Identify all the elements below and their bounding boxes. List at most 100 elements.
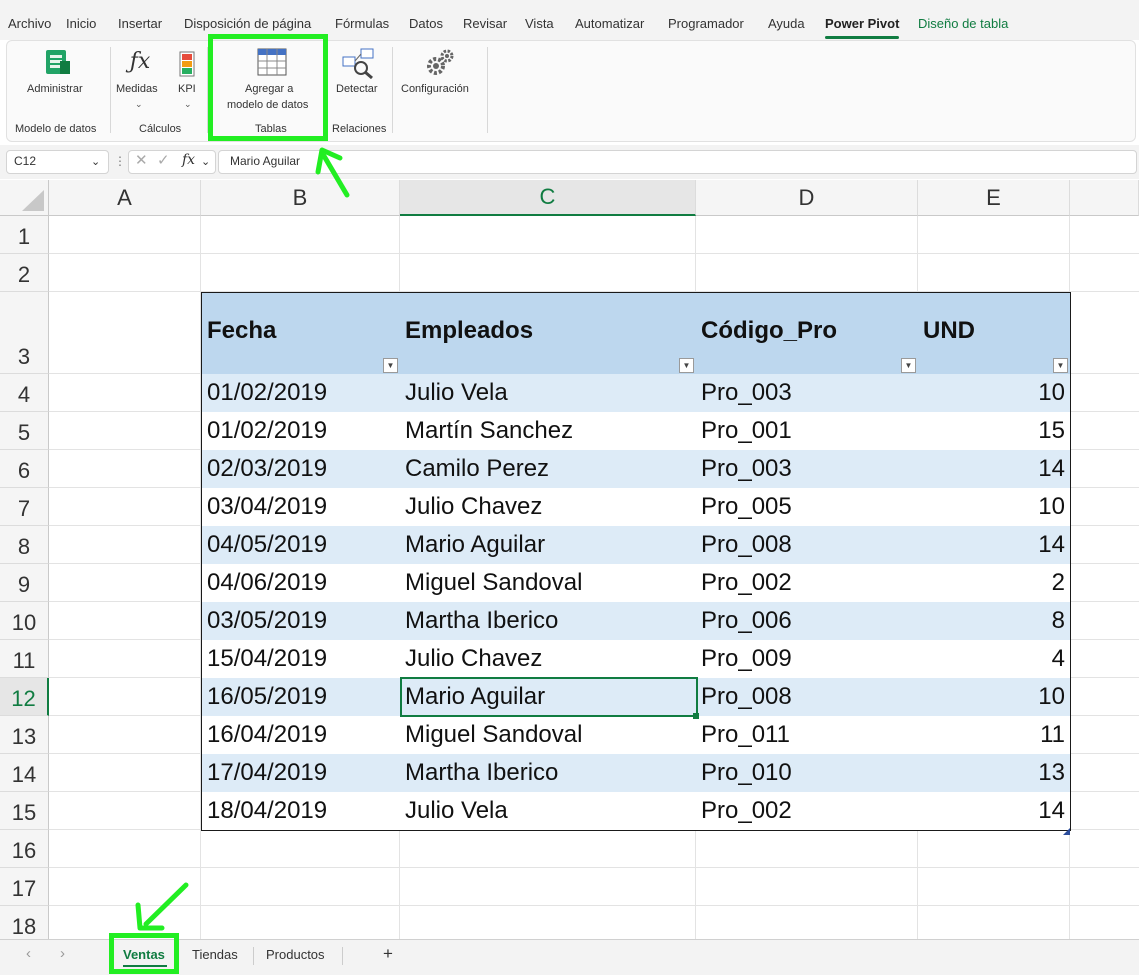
table-cell[interactable]: 10 bbox=[918, 488, 1071, 527]
table-cell[interactable]: Miguel Sandoval bbox=[400, 716, 697, 755]
table-cell[interactable]: 17/04/2019 bbox=[201, 754, 401, 793]
table-cell[interactable]: 10 bbox=[918, 678, 1071, 717]
table-cell[interactable]: 04/05/2019 bbox=[201, 526, 401, 565]
gear-icon[interactable] bbox=[425, 47, 455, 77]
configuracion-button[interactable]: Configuración bbox=[401, 83, 469, 95]
filter-dropdown-icon[interactable]: ▼ bbox=[679, 358, 694, 373]
worksheet-grid[interactable]: ABCDE 1 2 3 4 5 6 7 8 9 10 11 12 13 14 15 16 17 18 Fecha ▼… bbox=[0, 180, 1139, 944]
more-options-icon[interactable]: ⋮ bbox=[114, 154, 126, 168]
table-cell[interactable]: 4 bbox=[918, 640, 1071, 679]
table-resize-handle[interactable] bbox=[1063, 822, 1070, 835]
table-cell[interactable]: 02/03/2019 bbox=[201, 450, 401, 489]
kpi-button[interactable]: KPI bbox=[178, 83, 196, 95]
table-cell[interactable]: Martha Iberico bbox=[400, 754, 697, 793]
table-cell[interactable]: 14 bbox=[918, 450, 1071, 489]
row-header-9[interactable]: 9 bbox=[0, 564, 49, 602]
add-sheet-button[interactable]: + bbox=[383, 944, 393, 964]
table-cell[interactable]: Pro_009 bbox=[696, 640, 919, 679]
row-header-3[interactable]: 3 bbox=[0, 292, 49, 374]
table-cell[interactable]: Pro_011 bbox=[696, 716, 919, 755]
row-header-12[interactable]: 12 bbox=[0, 678, 49, 716]
menu-diseno-tabla[interactable]: Diseño de tabla bbox=[918, 16, 1008, 31]
table-cell[interactable]: Julio Vela bbox=[400, 374, 697, 413]
menu-archivo[interactable]: Archivo bbox=[8, 16, 51, 31]
table-cell[interactable]: 14 bbox=[918, 526, 1071, 565]
kpi-icon[interactable] bbox=[179, 51, 195, 77]
column-header-e[interactable]: E bbox=[918, 180, 1070, 216]
row-header-8[interactable]: 8 bbox=[0, 526, 49, 564]
table-cell[interactable]: Pro_003 bbox=[696, 450, 919, 489]
table-header-cell[interactable]: Fecha bbox=[201, 292, 401, 375]
next-sheet-icon[interactable]: › bbox=[60, 945, 65, 962]
menu-power-pivot[interactable]: Power Pivot bbox=[825, 16, 900, 39]
table-cell[interactable]: Martha Iberico bbox=[400, 602, 697, 641]
chevron-down-icon[interactable]: ⌄ bbox=[201, 155, 210, 168]
fill-handle[interactable] bbox=[693, 713, 699, 719]
table-cell[interactable]: Julio Chavez bbox=[400, 640, 697, 679]
menu-insertar[interactable]: Insertar bbox=[118, 16, 162, 31]
table-cell[interactable]: 15/04/2019 bbox=[201, 640, 401, 679]
table-cell[interactable]: 8 bbox=[918, 602, 1071, 641]
row-header-4[interactable]: 4 bbox=[0, 374, 49, 412]
medidas-button[interactable]: Medidas bbox=[116, 83, 158, 95]
chevron-down-icon[interactable]: ⌄ bbox=[184, 99, 192, 110]
filter-dropdown-icon[interactable]: ▼ bbox=[901, 358, 916, 373]
table-cell[interactable]: Julio Chavez bbox=[400, 488, 697, 527]
detectar-button[interactable]: Detectar bbox=[336, 83, 378, 95]
table-cell[interactable]: Pro_005 bbox=[696, 488, 919, 527]
column-header-c[interactable]: C bbox=[400, 180, 696, 216]
menu-vista[interactable]: Vista bbox=[525, 16, 554, 31]
row-header-11[interactable]: 11 bbox=[0, 640, 49, 678]
insert-function-icon[interactable]: fx bbox=[182, 152, 195, 168]
menu-automatizar[interactable]: Automatizar bbox=[575, 16, 644, 31]
table-cell[interactable]: Mario Aguilar bbox=[400, 526, 697, 565]
row-header-6[interactable]: 6 bbox=[0, 450, 49, 488]
menu-datos[interactable]: Datos bbox=[409, 16, 443, 31]
table-cell[interactable]: 01/02/2019 bbox=[201, 412, 401, 451]
manage-data-model-icon[interactable] bbox=[43, 47, 73, 77]
enter-icon[interactable]: ✓ bbox=[157, 151, 170, 169]
table-cell[interactable]: 16/05/2019 bbox=[201, 678, 401, 717]
table-cell[interactable]: 01/02/2019 bbox=[201, 374, 401, 413]
table-cell[interactable]: Julio Vela bbox=[400, 792, 697, 831]
table-cell[interactable]: 16/04/2019 bbox=[201, 716, 401, 755]
table-cell[interactable]: Pro_001 bbox=[696, 412, 919, 451]
select-all-corner[interactable] bbox=[0, 180, 49, 216]
table-cell[interactable]: Camilo Perez bbox=[400, 450, 697, 489]
detect-relationships-icon[interactable] bbox=[341, 47, 375, 80]
function-icon[interactable]: ƒx bbox=[125, 47, 155, 77]
row-header-2[interactable]: 2 bbox=[0, 254, 49, 292]
row-header-17[interactable]: 17 bbox=[0, 868, 49, 906]
table-cell[interactable]: Pro_003 bbox=[696, 374, 919, 413]
sheet-tab-tiendas[interactable]: Tiendas bbox=[192, 947, 238, 962]
table-cell[interactable]: 14 bbox=[918, 792, 1071, 831]
column-header-a[interactable]: A bbox=[49, 180, 201, 216]
row-header-10[interactable]: 10 bbox=[0, 602, 49, 640]
row-header-7[interactable]: 7 bbox=[0, 488, 49, 526]
table-cell[interactable]: Miguel Sandoval bbox=[400, 564, 697, 603]
table-cell[interactable]: Pro_006 bbox=[696, 602, 919, 641]
table-header-cell[interactable]: Empleados bbox=[400, 292, 697, 375]
table-cell[interactable]: 10 bbox=[918, 374, 1071, 413]
row-header-1[interactable]: 1 bbox=[0, 216, 49, 254]
table-cell[interactable]: Pro_010 bbox=[696, 754, 919, 793]
table-cell[interactable]: 15 bbox=[918, 412, 1071, 451]
row-header-5[interactable]: 5 bbox=[0, 412, 49, 450]
menu-ayuda[interactable]: Ayuda bbox=[768, 16, 805, 31]
table-cell[interactable]: Pro_008 bbox=[696, 678, 919, 717]
menu-revisar[interactable]: Revisar bbox=[463, 16, 507, 31]
row-header-13[interactable]: 13 bbox=[0, 716, 49, 754]
table-cell[interactable]: Martín Sanchez bbox=[400, 412, 697, 451]
table-cell[interactable]: 13 bbox=[918, 754, 1071, 793]
prev-sheet-icon[interactable]: ‹ bbox=[26, 945, 31, 962]
menu-formulas[interactable]: Fórmulas bbox=[335, 16, 389, 31]
table-cell[interactable]: 03/05/2019 bbox=[201, 602, 401, 641]
table-cell[interactable]: Pro_002 bbox=[696, 792, 919, 831]
filter-dropdown-icon[interactable]: ▼ bbox=[1053, 358, 1068, 373]
column-header-next[interactable] bbox=[1070, 180, 1139, 216]
table-cell[interactable]: Pro_002 bbox=[696, 564, 919, 603]
administrar-button[interactable]: Administrar bbox=[27, 83, 83, 95]
table-cell[interactable]: Pro_008 bbox=[696, 526, 919, 565]
menu-programador[interactable]: Programador bbox=[668, 16, 744, 31]
table-cell[interactable]: 04/06/2019 bbox=[201, 564, 401, 603]
